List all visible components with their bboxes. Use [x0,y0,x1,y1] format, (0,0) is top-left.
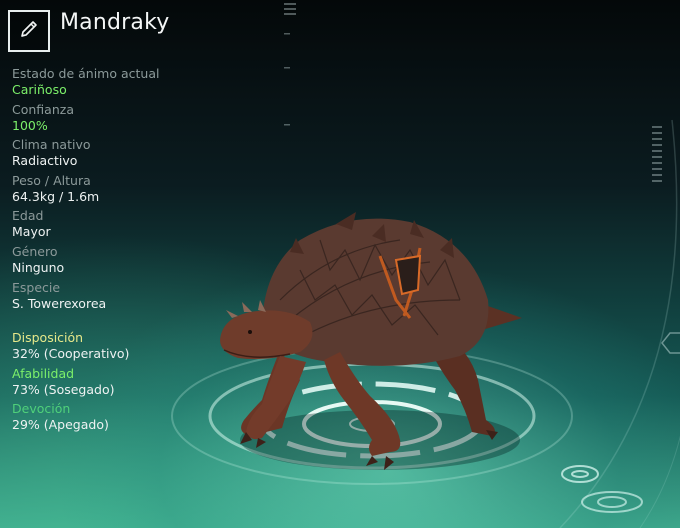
stat-species: Especie S. Towerexorea [12,280,272,316]
creature-name: Mandraky [60,9,170,35]
stat-mood: Estado de ánimo actual Cariñoso [12,66,272,102]
stat-label: Peso / Altura [12,172,91,188]
stat-value: Ninguno [12,259,65,275]
stat-weight-height: Peso / Altura 64.3kg / 1.6m [12,173,272,209]
trait-value: 29% (Apegado) [12,417,109,433]
stat-label: Género [12,243,58,259]
trait-affability: Afabilidad 73% (Sosegado) [12,366,272,402]
stat-value: Radiactivo [12,153,78,169]
traits-panel: Disposición 32% (Cooperativo) Afabilidad… [12,330,272,437]
pencil-icon [18,18,40,44]
stats-panel: Estado de ánimo actual Cariñoso Confianz… [12,66,272,315]
trait-value: 73% (Sosegado) [12,381,115,397]
stat-age: Edad Mayor [12,208,272,244]
stat-value: 100% [12,117,48,133]
trait-label: Afabilidad [12,365,75,381]
trait-devotion: Devoción 29% (Apegado) [12,401,272,437]
stat-label: Edad [12,208,44,224]
trait-disposition: Disposición 32% (Cooperativo) [12,330,272,366]
trait-label: Devoción [12,401,71,417]
stat-trust: Confianza 100% [12,102,272,138]
stat-value: Mayor [12,224,51,240]
stat-label: Especie [12,279,61,295]
stat-label: Clima nativo [12,137,91,153]
stat-value: Cariñoso [12,82,67,97]
header: Mandraky [8,10,169,52]
stat-label: Estado de ánimo actual [12,66,160,81]
stat-value: 64.3kg / 1.6m [12,188,100,204]
edit-name-button[interactable] [8,10,50,52]
stat-label: Confianza [12,101,74,117]
stat-gender: Género Ninguno [12,244,272,280]
stat-value: S. Towerexorea [12,295,107,311]
trait-value: 32% (Cooperativo) [12,346,130,361]
stat-native-climate: Clima nativo Radiactivo [12,137,272,173]
trait-label: Disposición [12,330,84,345]
